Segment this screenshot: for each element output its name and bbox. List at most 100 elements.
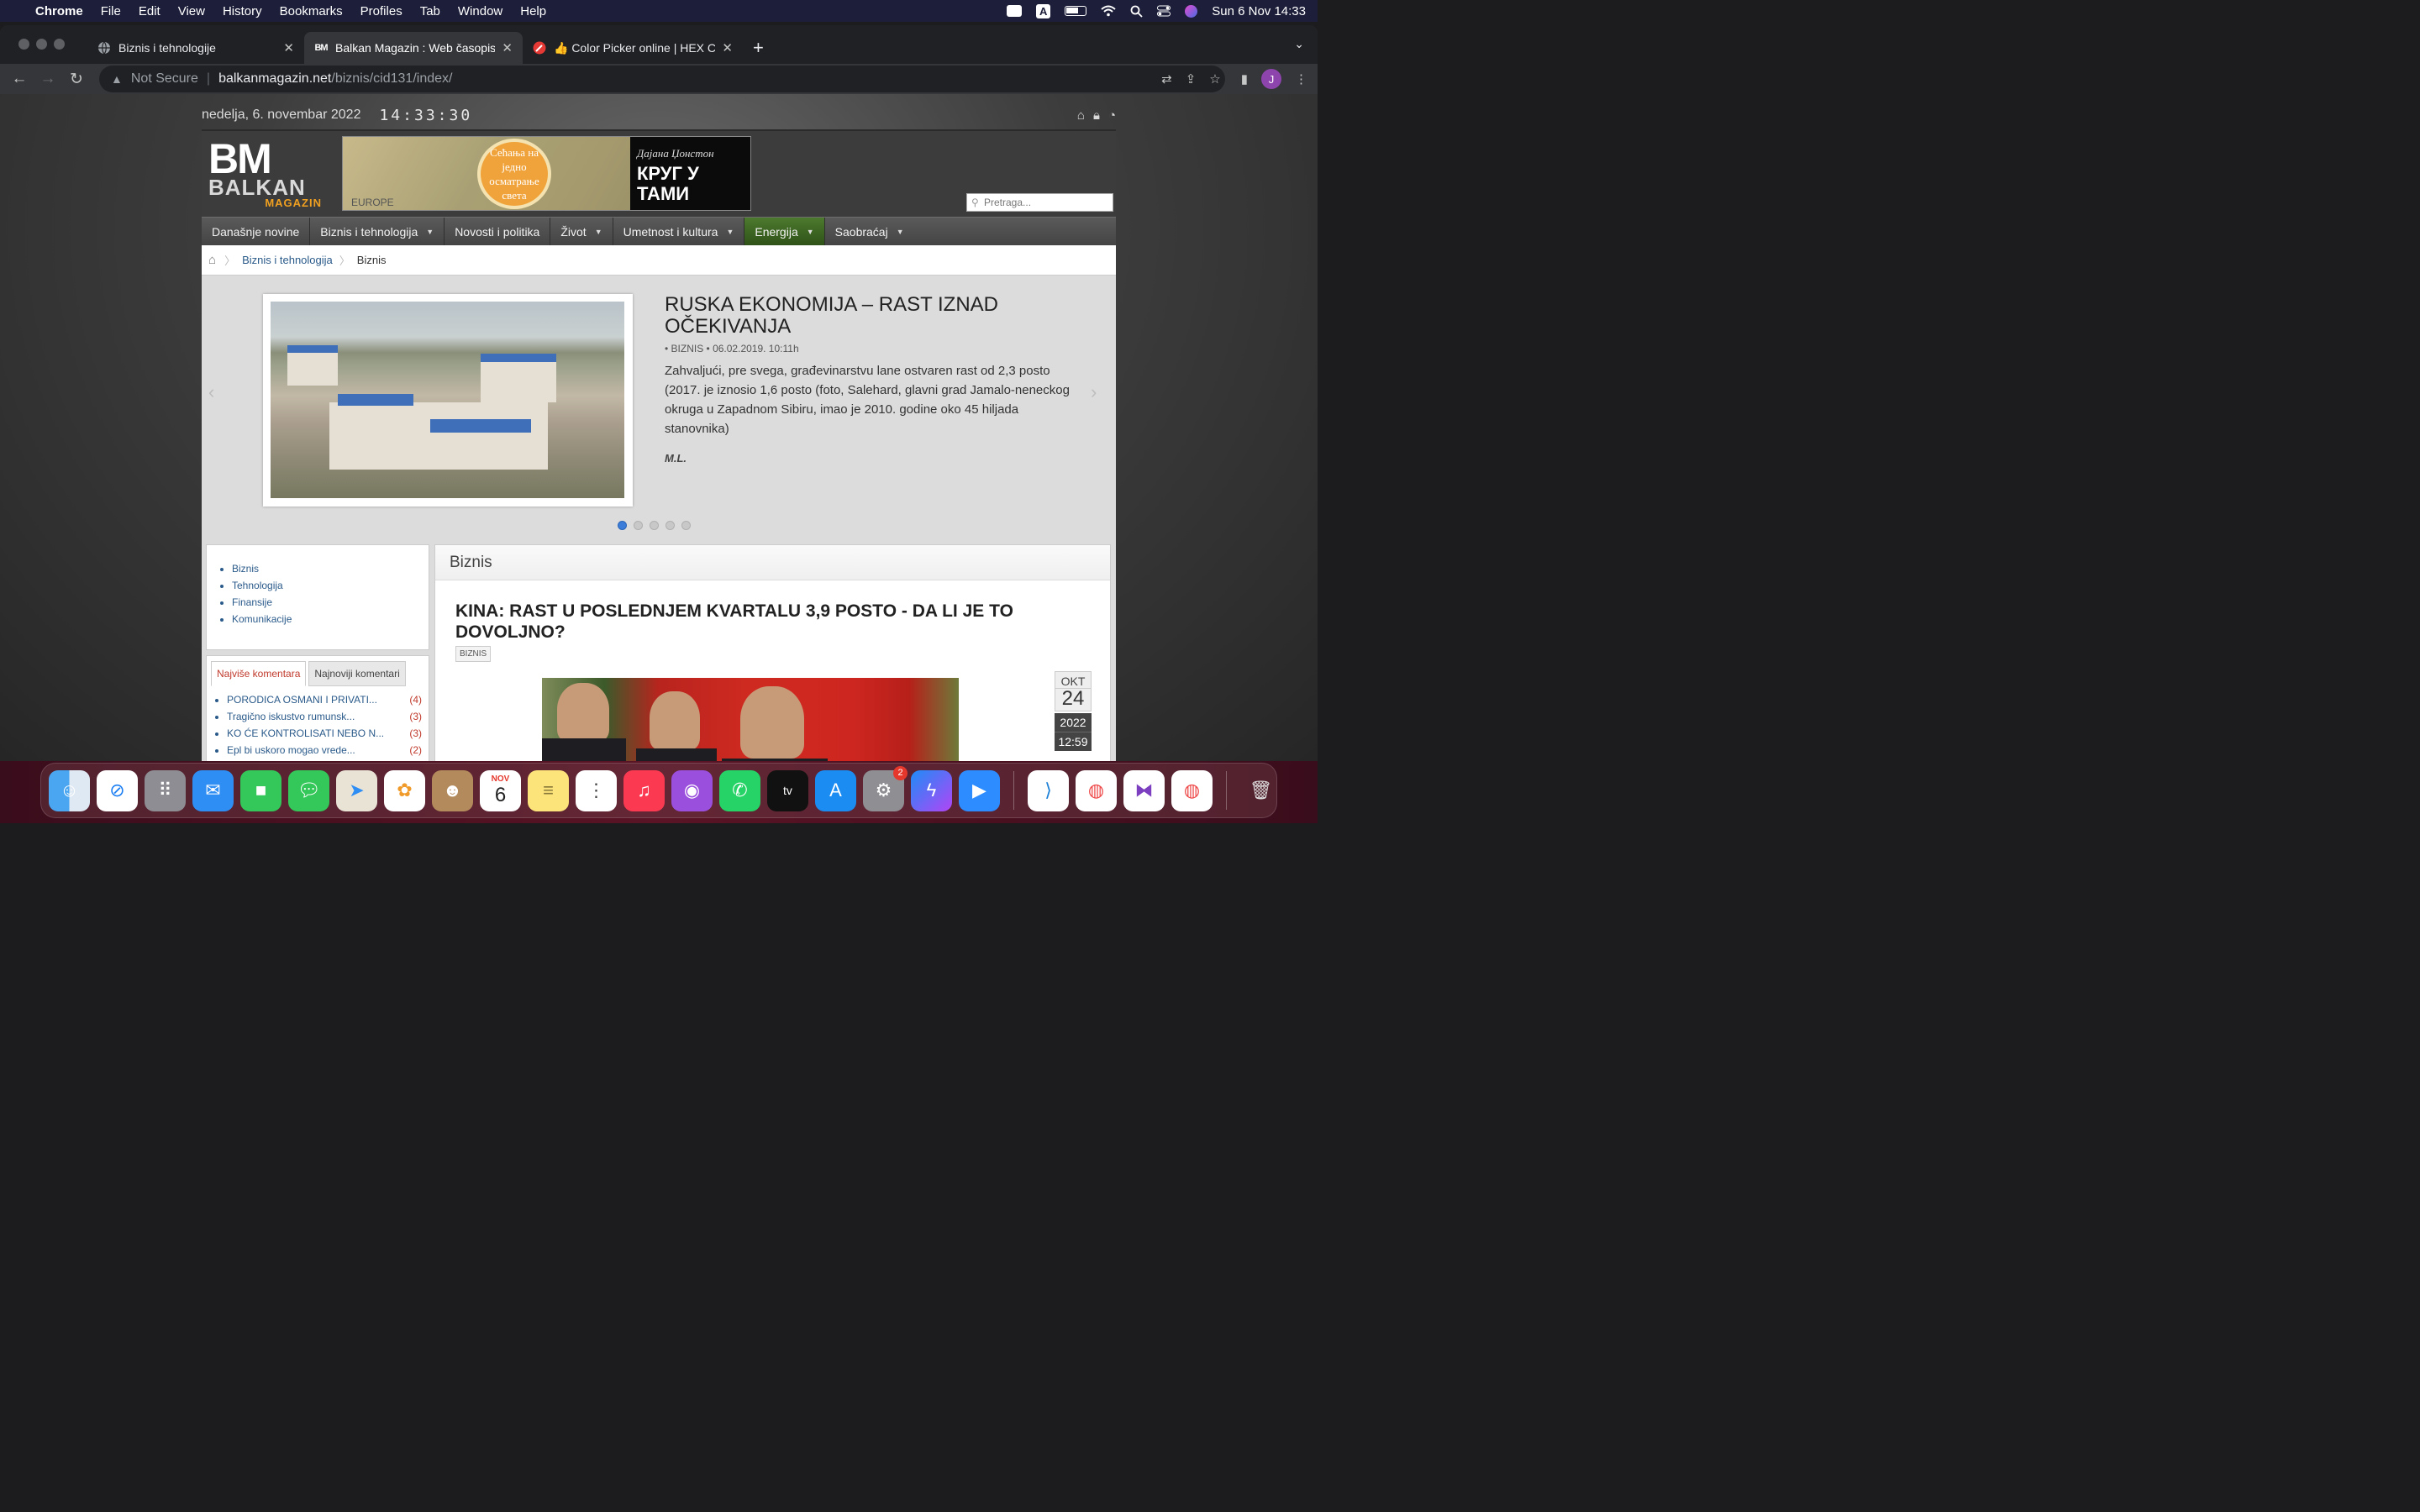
comment-title[interactable]: PORODICA OSMANI I PRIVATI... bbox=[227, 691, 377, 708]
side-panel-icon[interactable]: ▮ bbox=[1241, 71, 1248, 87]
facetime-icon[interactable]: ■ bbox=[240, 769, 281, 811]
spotlight-search-icon[interactable] bbox=[1130, 5, 1143, 18]
slider-prev-arrow-icon[interactable]: ‹ bbox=[208, 381, 214, 403]
safari-icon[interactable]: ⊘ bbox=[97, 769, 138, 811]
slider-dot[interactable] bbox=[634, 521, 643, 530]
launchpad-icon[interactable]: ⠿ bbox=[145, 769, 186, 811]
nav-item-zivot[interactable]: Život ▼ bbox=[550, 218, 613, 245]
nav-item-danasnje-novine[interactable]: Današnje novine bbox=[202, 218, 311, 245]
input-source-icon[interactable]: A bbox=[1036, 3, 1051, 18]
appstore-icon[interactable]: A bbox=[815, 769, 856, 811]
whatsapp-icon[interactable]: ✆ bbox=[719, 769, 760, 811]
translate-icon[interactable]: ⇄ bbox=[1161, 71, 1172, 87]
system-preferences-icon[interactable]: ⚙ 2 bbox=[863, 765, 908, 811]
nav-item-novosti[interactable]: Novosti i politika bbox=[445, 218, 551, 245]
screen-record-icon[interactable] bbox=[1007, 5, 1023, 17]
security-label[interactable]: Not Secure bbox=[131, 71, 198, 87]
profile-avatar[interactable]: J bbox=[1261, 69, 1281, 89]
comment-title[interactable]: Tragično iskustvo rumunsk... bbox=[227, 708, 355, 725]
list-item[interactable]: PORODICA OSMANI I PRIVATI... (4) bbox=[227, 691, 422, 708]
trash-icon[interactable]: 🗑︎ bbox=[1240, 770, 1281, 811]
slider-dot[interactable] bbox=[618, 521, 627, 530]
reminders-icon[interactable]: ⋮ bbox=[576, 769, 617, 811]
nav-item-saobracaj[interactable]: Saobraćaj ▼ bbox=[825, 218, 914, 245]
menu-tab[interactable]: Tab bbox=[420, 4, 440, 18]
comment-title[interactable]: KO ĆE KONTROLISATI NEBO N... bbox=[227, 725, 384, 742]
ad-banner[interactable]: EUROPE Сећања на једно осматрање света Д… bbox=[342, 136, 751, 211]
url-path[interactable]: /biznis/cid131/index/ bbox=[331, 71, 452, 87]
visual-studio-icon[interactable]: ⧓ bbox=[1123, 769, 1165, 811]
menu-history[interactable]: History bbox=[223, 4, 262, 18]
nav-item-umetnost[interactable]: Umetnost i kultura ▼ bbox=[613, 218, 745, 245]
music-icon[interactable]: ♫ bbox=[623, 769, 665, 811]
zoom-window-button[interactable] bbox=[54, 39, 65, 50]
slider-dot[interactable] bbox=[681, 521, 691, 530]
slider-next-arrow-icon[interactable]: › bbox=[1091, 381, 1097, 403]
article-title[interactable]: KINA: RAST U POSLEDNJEM KVARTALU 3,9 POS… bbox=[455, 601, 1069, 643]
warning-triangle-icon[interactable]: ▲ bbox=[111, 72, 123, 86]
tab-balkan-magazin[interactable]: BM Balkan Magazin : Web časopis ✕ bbox=[304, 32, 523, 64]
forward-arrow-icon[interactable]: → bbox=[34, 70, 62, 88]
site-logo[interactable]: BM BALKAN MAGAZIN bbox=[208, 138, 322, 209]
tab-search-chevron-icon[interactable]: ⌄ bbox=[1294, 37, 1304, 51]
new-tab-icon[interactable]: + bbox=[753, 37, 764, 59]
slide-title[interactable]: RUSKA EKONOMIJA – RAST IZNAD OČEKIVANJA bbox=[665, 294, 1060, 338]
maps-icon[interactable]: ➤ bbox=[336, 769, 377, 811]
close-tab-icon[interactable]: ✕ bbox=[283, 40, 294, 55]
menu-bookmarks[interactable]: Bookmarks bbox=[280, 4, 343, 18]
tab-newest-comments[interactable]: Najnoviji komentari bbox=[308, 661, 406, 686]
comment-title[interactable]: Epl bi uskoro mogao vrede... bbox=[227, 742, 355, 759]
slider-dot[interactable] bbox=[650, 521, 659, 530]
sidebar-link-komunikacije[interactable]: Komunikacije bbox=[232, 611, 429, 627]
podcasts-icon[interactable]: ◉ bbox=[671, 769, 713, 811]
list-item[interactable]: Tragično iskustvo rumunsk... (3) bbox=[227, 708, 422, 725]
share-icon[interactable]: ⇪ bbox=[1186, 71, 1197, 87]
menu-file[interactable]: File bbox=[101, 4, 121, 18]
tab-biznis[interactable]: Biznis i tehnologije ✕ bbox=[87, 32, 304, 64]
messenger-icon[interactable]: ϟ bbox=[911, 769, 952, 811]
breadcrumb-parent-link[interactable]: Biznis i tehnologija bbox=[242, 254, 333, 266]
lock-icon[interactable]: 🔒︎ bbox=[1093, 108, 1100, 123]
menu-help[interactable]: Help bbox=[520, 4, 546, 18]
bookmark-star-icon[interactable]: ☆ bbox=[1209, 71, 1220, 87]
mail-icon[interactable]: ✉ bbox=[192, 769, 234, 811]
appletv-icon[interactable]: tv bbox=[767, 769, 808, 811]
notes-icon[interactable]: ≡ bbox=[528, 769, 569, 811]
nav-item-energija[interactable]: Energija ▼ bbox=[744, 218, 825, 245]
wifi-icon[interactable] bbox=[1101, 5, 1116, 17]
slide-image-frame[interactable] bbox=[263, 294, 633, 507]
menu-window[interactable]: Window bbox=[458, 4, 502, 18]
article-tag[interactable]: BIZNIS bbox=[455, 646, 492, 662]
close-tab-icon[interactable]: ✕ bbox=[502, 40, 513, 55]
close-window-button[interactable] bbox=[18, 39, 29, 50]
calendar-icon[interactable]: NOV 6 bbox=[480, 769, 521, 811]
photos-icon[interactable]: ✿ bbox=[384, 769, 425, 811]
vscode-icon[interactable]: ⟩ bbox=[1028, 769, 1069, 811]
minimize-window-button[interactable] bbox=[36, 39, 47, 50]
slider-dot[interactable] bbox=[666, 521, 675, 530]
battery-icon[interactable] bbox=[1065, 6, 1087, 16]
menu-view[interactable]: View bbox=[178, 4, 205, 18]
address-bar[interactable]: ▲ Not Secure | balkanmagazin.net /biznis… bbox=[99, 66, 1225, 92]
zoom-icon[interactable]: ▶ bbox=[959, 769, 1000, 811]
messages-icon[interactable]: 💬︎ bbox=[288, 769, 329, 811]
contacts-icon[interactable]: ☻ bbox=[432, 769, 473, 811]
menu-edit[interactable]: Edit bbox=[139, 4, 160, 18]
back-arrow-icon[interactable]: ← bbox=[5, 70, 34, 88]
home-icon[interactable]: ⌂ bbox=[1077, 108, 1085, 123]
list-item[interactable]: KO ĆE KONTROLISATI NEBO N... (3) bbox=[227, 725, 422, 742]
breadcrumb-home-icon[interactable]: ⌂ bbox=[208, 253, 216, 267]
finder-icon[interactable]: ☺ bbox=[49, 769, 90, 811]
nav-item-biznis[interactable]: Biznis i tehnologija ▼ bbox=[310, 218, 445, 245]
sidebar-link-finansije[interactable]: Finansije bbox=[232, 594, 429, 611]
tab-color-picker[interactable]: 👍 Color Picker online | HEX Co ✕ bbox=[523, 32, 743, 64]
url-host[interactable]: balkanmagazin.net bbox=[218, 71, 331, 87]
chrome-icon[interactable]: ◍ bbox=[1076, 769, 1117, 811]
article-image[interactable] bbox=[542, 678, 959, 761]
search-input[interactable]: ⚲ Pretraga... bbox=[966, 193, 1113, 212]
menu-app-name[interactable]: Chrome bbox=[35, 4, 83, 18]
menu-profiles[interactable]: Profiles bbox=[360, 4, 402, 18]
siri-icon[interactable] bbox=[1185, 4, 1198, 18]
sidebar-link-biznis[interactable]: Biznis bbox=[232, 560, 429, 577]
menu-clock[interactable]: Sun 6 Nov 14:33 bbox=[1212, 4, 1306, 18]
